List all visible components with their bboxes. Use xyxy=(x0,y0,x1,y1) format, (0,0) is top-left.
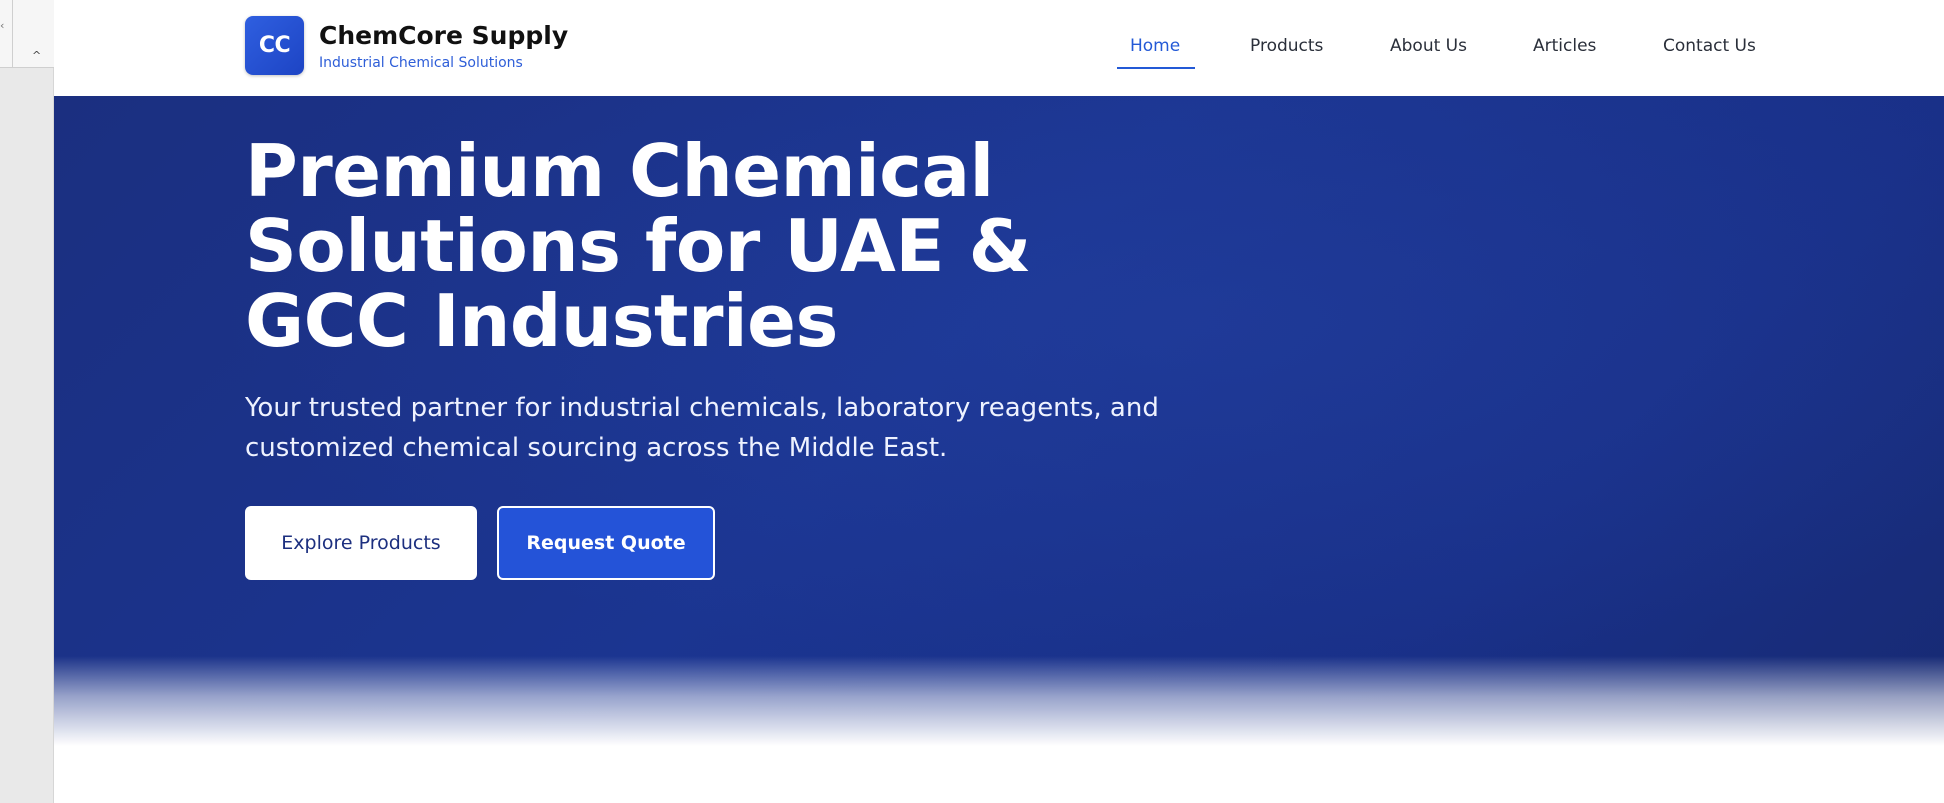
chevron-left-icon[interactable]: ‹ xyxy=(0,20,4,31)
nav-item-products[interactable]: Products xyxy=(1250,36,1323,56)
side-gutter: ‹ ^ xyxy=(0,0,54,803)
nav-item-contact-us[interactable]: Contact Us xyxy=(1663,36,1756,56)
main-nav: Home Products About Us Articles Contact … xyxy=(54,0,1944,96)
site-header: CC ChemCore Supply Industrial Chemical S… xyxy=(54,0,1944,96)
nav-item-about-us[interactable]: About Us xyxy=(1390,36,1467,56)
gutter-toolbar: ‹ ^ xyxy=(0,0,54,68)
hero-section: Premium Chemical Solutions for UAE & GCC… xyxy=(54,96,1944,746)
chevron-up-icon[interactable]: ^ xyxy=(32,50,41,61)
nav-item-home[interactable]: Home xyxy=(1130,36,1180,56)
nav-active-indicator xyxy=(1117,67,1195,69)
request-quote-button[interactable]: Request Quote xyxy=(497,506,715,580)
hero-subtitle: Your trusted partner for industrial chem… xyxy=(245,393,1159,463)
hero-title: Premium Chemical Solutions for UAE & GCC… xyxy=(245,129,1031,363)
nav-item-articles[interactable]: Articles xyxy=(1533,36,1596,56)
hero-bottom-fade xyxy=(54,656,1944,746)
explore-products-button[interactable]: Explore Products xyxy=(245,506,477,580)
gutter-divider xyxy=(12,0,13,68)
